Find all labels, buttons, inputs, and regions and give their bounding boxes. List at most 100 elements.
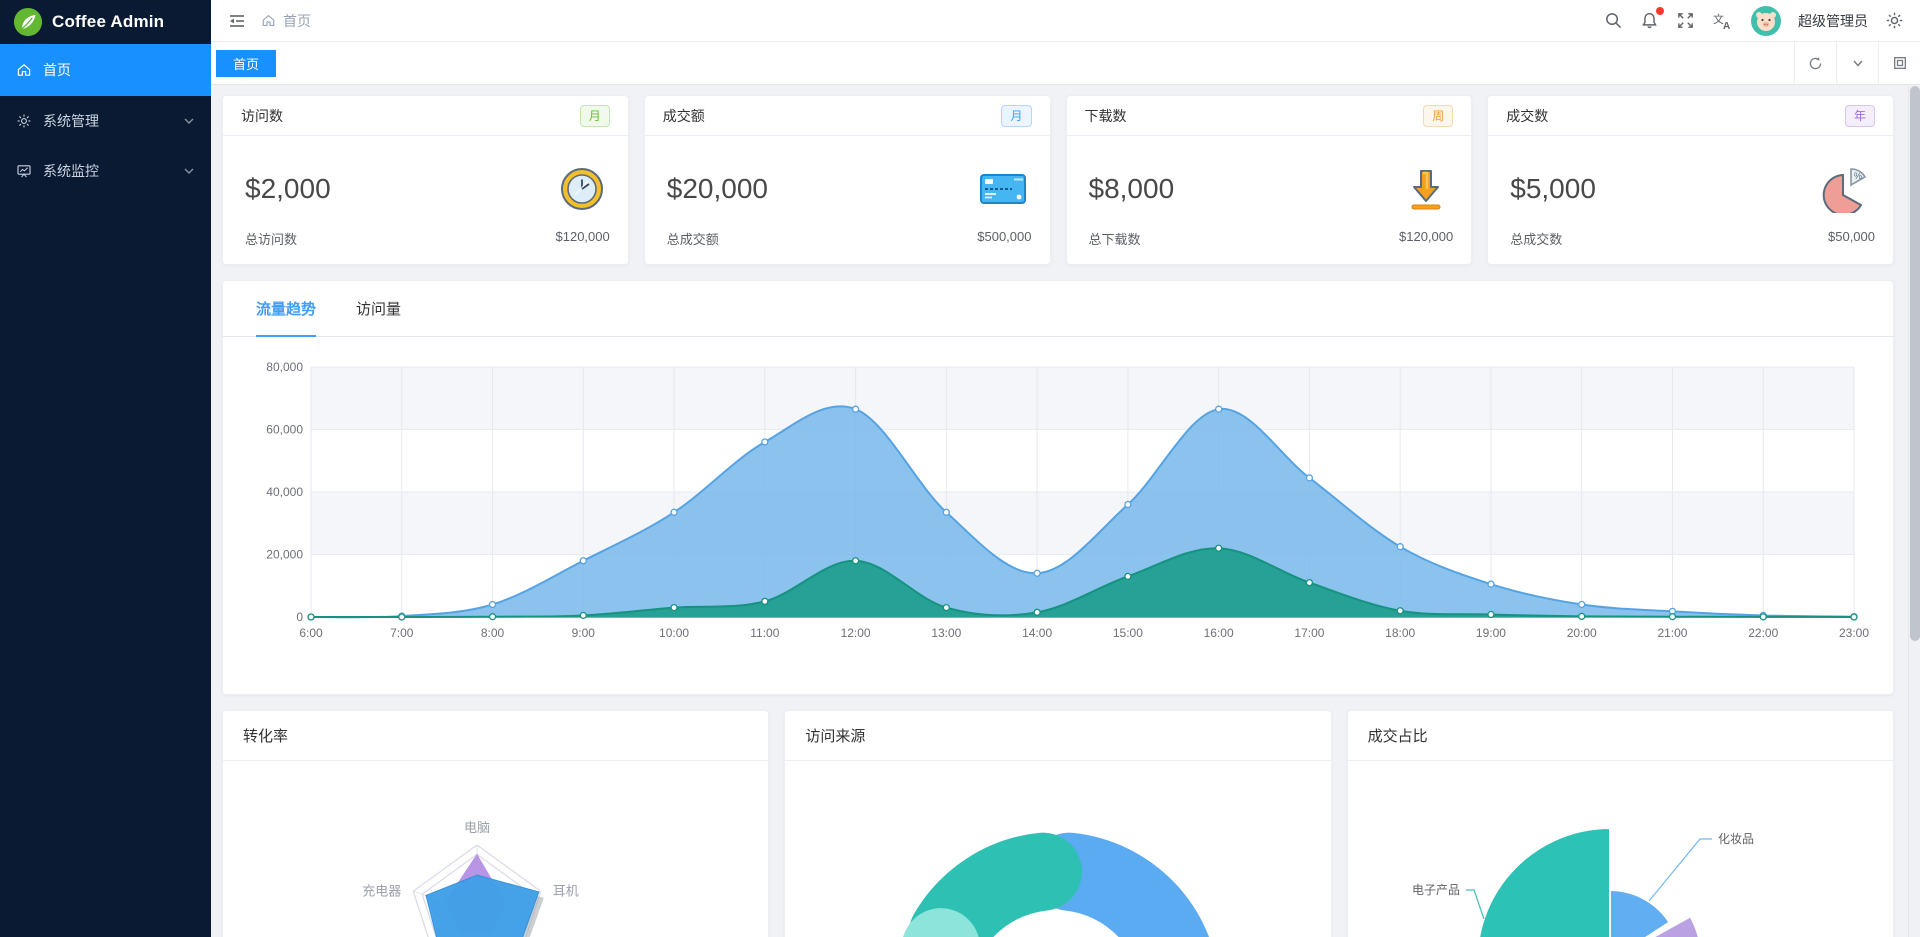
svg-text:10:00: 10:00 bbox=[659, 626, 689, 640]
page-content: 访问数 月 $2,000 总访问数 $120,000 成交额 月 $20,000… bbox=[211, 85, 1920, 937]
stat-badge-3[interactable]: 年 bbox=[1844, 104, 1875, 127]
stat-total-label: 总访问数 bbox=[245, 232, 298, 247]
svg-text:17:00: 17:00 bbox=[1294, 626, 1324, 640]
tab-controls bbox=[1794, 42, 1920, 84]
svg-text:60,000: 60,000 bbox=[266, 423, 303, 437]
svg-text:电脑: 电脑 bbox=[464, 820, 490, 835]
monitor-icon bbox=[17, 165, 31, 178]
svg-text:12:00: 12:00 bbox=[841, 626, 871, 640]
bell-icon bbox=[1642, 12, 1657, 29]
svg-text:19:00: 19:00 bbox=[1476, 626, 1506, 640]
stat-card-downloads: 下载数 周 $8,000 总下载数 $120,000 bbox=[1065, 95, 1473, 265]
sidebar-item-system-management[interactable]: 系统管理 bbox=[0, 96, 211, 146]
fullscreen-icon bbox=[1678, 13, 1693, 28]
svg-text:%: % bbox=[1854, 171, 1862, 181]
trend-tabs: 流量趋势 访问量 bbox=[223, 281, 1893, 337]
stat-total-value: $500,000 bbox=[977, 229, 1032, 244]
spring-leaf-logo-icon bbox=[13, 7, 43, 37]
svg-text:18:00: 18:00 bbox=[1385, 626, 1415, 640]
traffic-trend-chart[interactable]: 0 20,000 40,000 60,000 80,000 6:00 7:00 8:00 9:0… bbox=[223, 339, 1881, 651]
stat-card-title: 成交数 bbox=[1506, 107, 1549, 124]
chevron-down-icon bbox=[183, 165, 195, 177]
sidebar-item-home[interactable]: 首页 bbox=[0, 44, 211, 96]
sidebar-item-label: 系统监控 bbox=[43, 163, 99, 179]
maximize-icon bbox=[1893, 57, 1906, 69]
svg-text:13:00: 13:00 bbox=[931, 626, 961, 640]
bottom-cards-row: 转化率 电脑 耳机 充电器 访问来源 成交占比 化妆品 电子产品 bbox=[222, 710, 1894, 937]
card-title: 访问来源 bbox=[785, 711, 1331, 761]
settings-button[interactable] bbox=[1885, 11, 1904, 30]
card-title: 成交占比 bbox=[1347, 711, 1893, 761]
stat-total-label: 总下载数 bbox=[1088, 232, 1141, 247]
stat-badge-2[interactable]: 周 bbox=[1423, 104, 1454, 127]
avatar[interactable] bbox=[1751, 5, 1781, 36]
topbar-right: 文 A 超级管理员 bbox=[1604, 5, 1904, 36]
translate-icon: 文 A bbox=[1713, 12, 1730, 31]
notification-badge-dot bbox=[1656, 7, 1664, 15]
conversion-radar-chart[interactable]: 电脑耳机 充电器 bbox=[223, 761, 764, 937]
visit-sources-card: 访问来源 bbox=[784, 710, 1332, 937]
conversion-rate-card: 转化率 电脑 耳机 充电器 bbox=[222, 710, 770, 937]
breadcrumb-home-label: 首页 bbox=[283, 12, 311, 29]
maximize-content-button[interactable] bbox=[1878, 42, 1920, 84]
username-label[interactable]: 超级管理员 bbox=[1798, 11, 1868, 31]
stat-card-visits: 访问数 月 $2,000 总访问数 $120,000 bbox=[222, 95, 629, 265]
svg-text:23:00: 23:00 bbox=[1839, 626, 1869, 640]
sidebar-item-system-monitor[interactable]: 系统监控 bbox=[0, 146, 211, 196]
topbar: 首页 文 A 超级管理员 bbox=[211, 0, 1920, 42]
brand[interactable]: Coffee Admin bbox=[0, 0, 211, 44]
sidebar-menu: 首页 系统管理 系统监控 bbox=[0, 44, 211, 196]
stat-value: $5,000 bbox=[1510, 172, 1596, 204]
pie-icon: % bbox=[1822, 167, 1867, 213]
stat-card-title: 访问数 bbox=[241, 107, 283, 124]
vertical-scrollbar[interactable] bbox=[1908, 86, 1920, 937]
visit-sources-donut-chart[interactable] bbox=[785, 761, 1326, 937]
chevron-down-icon bbox=[1852, 60, 1863, 67]
scrollbar-thumb[interactable] bbox=[1910, 86, 1920, 641]
sidebar-item-label: 首页 bbox=[43, 62, 71, 78]
svg-text:20:00: 20:00 bbox=[1567, 626, 1597, 640]
tab-home[interactable]: 首页 bbox=[216, 49, 277, 77]
svg-text:80,000: 80,000 bbox=[266, 360, 303, 374]
tabbar: 首页 bbox=[211, 42, 1920, 85]
deal-share-rose-chart[interactable]: 化妆品电子产品 bbox=[1348, 761, 1889, 937]
brand-title: Coffee Admin bbox=[52, 12, 165, 31]
svg-text:A: A bbox=[1723, 21, 1730, 31]
stat-total-value: $120,000 bbox=[555, 229, 610, 244]
svg-text:40,000: 40,000 bbox=[266, 485, 303, 499]
app-root: Coffee Admin 首页 系统管理 系统监控 首页 文 A 超级管理员 首… bbox=[0, 0, 1920, 937]
tab-traffic-trend[interactable]: 流量趋势 bbox=[256, 281, 317, 337]
tab-visit-volume[interactable]: 访问量 bbox=[356, 281, 401, 337]
stat-total-label: 总成交额 bbox=[666, 232, 719, 247]
gear-icon bbox=[17, 114, 31, 128]
svg-text:15:00: 15:00 bbox=[1113, 626, 1143, 640]
credit-card-icon bbox=[979, 173, 1026, 204]
sidebar: Coffee Admin 首页 系统管理 系统监控 bbox=[0, 0, 211, 937]
fullscreen-button[interactable] bbox=[1676, 11, 1695, 30]
stat-value: $20,000 bbox=[666, 172, 768, 204]
stat-total-value: $120,000 bbox=[1399, 229, 1454, 244]
breadcrumb[interactable]: 首页 bbox=[261, 11, 311, 31]
svg-text:9:00: 9:00 bbox=[572, 626, 596, 640]
svg-text:16:00: 16:00 bbox=[1204, 626, 1234, 640]
translate-button[interactable]: 文 A bbox=[1712, 11, 1734, 31]
stat-card-deal-count: 成交数 年 $5,000 % 总成交数 $50,000 bbox=[1487, 95, 1894, 265]
stat-badge-1[interactable]: 月 bbox=[1001, 104, 1032, 127]
stat-card-deal-amount: 成交额 月 $20,000 总成交额 $500,000 bbox=[643, 95, 1051, 265]
search-icon bbox=[1606, 13, 1622, 29]
notifications-button[interactable] bbox=[1640, 7, 1664, 30]
refresh-icon bbox=[1809, 56, 1822, 69]
svg-text:6:00: 6:00 bbox=[299, 626, 323, 640]
svg-text:充电器: 充电器 bbox=[362, 883, 401, 898]
stat-badge-0[interactable]: 月 bbox=[579, 104, 610, 127]
stat-total-label: 总成交数 bbox=[1510, 232, 1563, 247]
chevron-down-icon bbox=[183, 115, 195, 127]
clock-icon bbox=[560, 167, 603, 210]
download-icon bbox=[1411, 169, 1441, 209]
svg-text:21:00: 21:00 bbox=[1657, 626, 1687, 640]
refresh-button[interactable] bbox=[1794, 42, 1836, 84]
search-button[interactable] bbox=[1604, 11, 1623, 30]
stat-total-value: $50,000 bbox=[1828, 229, 1875, 244]
tab-dropdown-button[interactable] bbox=[1836, 42, 1878, 84]
sidebar-collapse-button[interactable] bbox=[227, 11, 247, 31]
